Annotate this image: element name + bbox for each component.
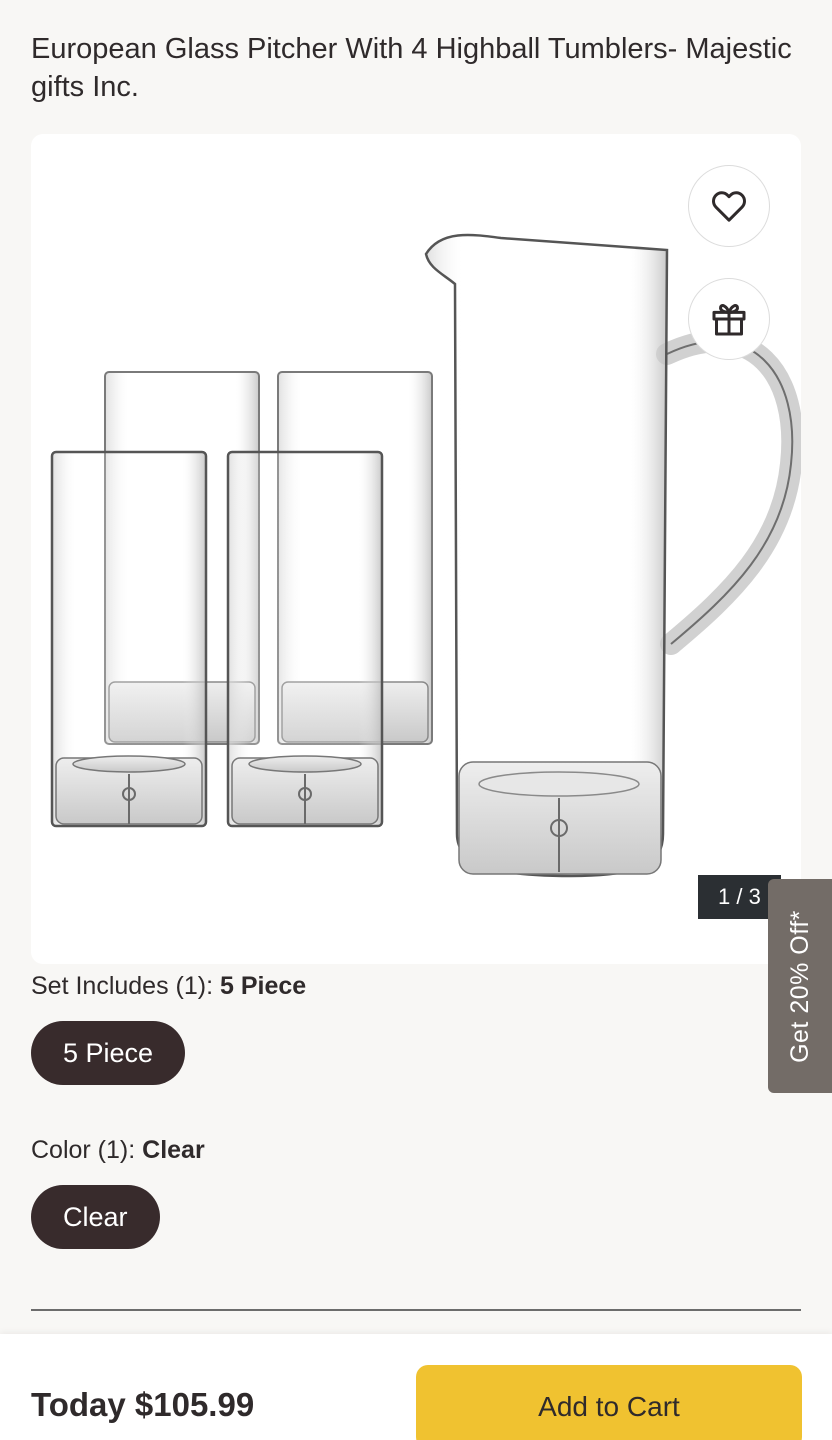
wishlist-button[interactable] [688,165,770,247]
color-label: Color (1): Clear [31,1136,205,1165]
product-image-gallery[interactable]: 1 / 3 [31,134,801,964]
product-title: European Glass Pitcher With 4 Highball T… [31,33,792,103]
color-option-clear[interactable]: Clear [31,1185,160,1249]
promo-discount-tab[interactable]: Get 20% Off* [768,879,832,1093]
gift-icon [712,304,746,336]
heart-icon [712,191,746,222]
price: Today $105.99 [31,1386,255,1423]
set-includes-selected: 5 Piece [219,972,307,1000]
product-image [50,233,801,878]
color-label-text: Color (1): [31,1136,136,1164]
divider [31,1309,801,1311]
set-includes-text: Set Includes (1): [31,972,214,1000]
color-selected: Clear [142,1136,205,1164]
gift-registry-button[interactable] [688,278,770,360]
sticky-purchase-bar: Today $105.99 Add to Cart [0,1334,832,1440]
product-page: European Glass Pitcher With 4 Highball T… [0,0,832,1440]
set-option-5-piece[interactable]: 5 Piece [31,1021,186,1085]
set-includes-label: Set Includes (1): 5 Piece [31,972,306,1001]
promo-tab-label: Get 20% Off* [785,909,814,1063]
add-to-cart-button[interactable]: Add to Cart [416,1365,802,1440]
